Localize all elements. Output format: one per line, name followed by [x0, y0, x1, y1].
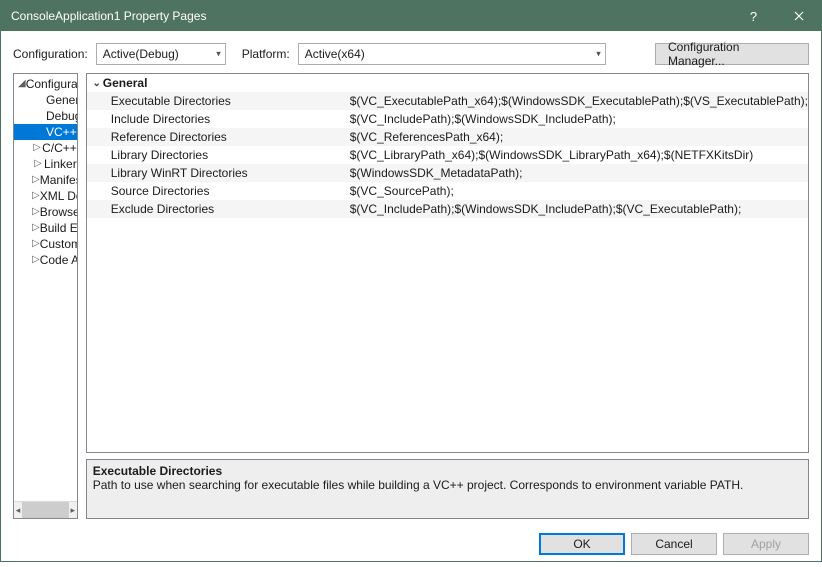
platform-combo[interactable]: Active(x64) ▾ — [298, 43, 606, 65]
window-title: ConsoleApplication1 Property Pages — [11, 9, 731, 23]
expand-icon: ▷ — [32, 156, 44, 172]
prop-row-exclude-directories[interactable]: Exclude Directories$(VC_IncludePath);$(W… — [87, 200, 808, 218]
chevron-down-icon: ▾ — [216, 49, 221, 60]
configuration-label: Configuration: — [13, 47, 88, 61]
prop-row-executable-directories[interactable]: Executable Directories$(VC_ExecutablePat… — [87, 92, 808, 110]
tree-root[interactable]: ◢ Configuration Properties — [14, 76, 77, 92]
expand-icon: ▷ — [32, 204, 40, 220]
chevron-down-icon: ▾ — [596, 49, 601, 60]
prop-row-include-directories[interactable]: Include Directories$(VC_IncludePath);$(W… — [87, 110, 808, 128]
tree-hscrollbar[interactable]: ◂ ▸ — [14, 501, 77, 518]
main-area: ◢ Configuration Properties General Debug… — [1, 73, 821, 527]
scroll-left-icon[interactable]: ◂ — [14, 502, 22, 519]
ok-button[interactable]: OK — [539, 533, 625, 555]
configuration-manager-button[interactable]: Configuration Manager... — [655, 43, 809, 65]
close-icon — [794, 11, 804, 21]
prop-row-library-winrt-directories[interactable]: Library WinRT Directories$(WindowsSDK_Me… — [87, 164, 808, 182]
apply-button: Apply — [723, 533, 809, 555]
configuration-value: Active(Debug) — [103, 47, 179, 61]
cancel-button[interactable]: Cancel — [631, 533, 717, 555]
titlebar: ConsoleApplication1 Property Pages ? — [1, 1, 821, 31]
expand-icon: ▷ — [32, 252, 40, 268]
expand-icon: ▷ — [32, 220, 40, 236]
config-toolbar: Configuration: Active(Debug) ▾ Platform:… — [1, 31, 821, 73]
expand-icon: ▷ — [32, 172, 40, 188]
configuration-combo[interactable]: Active(Debug) ▾ — [96, 43, 226, 65]
prop-row-library-directories[interactable]: Library Directories$(VC_LibraryPath_x64)… — [87, 146, 808, 164]
expand-icon: ▷ — [32, 140, 42, 156]
tree-item-code-analysis[interactable]: ▷Code Analysis — [14, 252, 77, 268]
collapse-icon: ◢ — [18, 76, 26, 92]
prop-row-source-directories[interactable]: Source Directories$(VC_SourcePath); — [87, 182, 808, 200]
scroll-right-icon[interactable]: ▸ — [69, 502, 77, 519]
tree-item-manifest-tool[interactable]: ▷Manifest Tool — [14, 172, 77, 188]
expand-icon: ▷ — [32, 188, 40, 204]
tree-item-debugging[interactable]: Debugging — [14, 108, 77, 124]
description-body: Path to use when searching for executabl… — [93, 478, 802, 493]
tree-item-c-cpp[interactable]: ▷C/C++ — [14, 140, 77, 156]
expand-icon: ▷ — [32, 236, 40, 252]
tree-item-custom-build-step[interactable]: ▷Custom Build Step — [14, 236, 77, 252]
help-button[interactable]: ? — [731, 1, 776, 31]
right-column: ⌄ General Executable Directories$(VC_Exe… — [86, 73, 809, 519]
platform-value: Active(x64) — [305, 47, 365, 61]
prop-row-reference-directories[interactable]: Reference Directories$(VC_ReferencesPath… — [87, 128, 808, 146]
dialog-footer: OK Cancel Apply — [1, 527, 821, 567]
tree-item-linker[interactable]: ▷Linker — [14, 156, 77, 172]
platform-label: Platform: — [242, 47, 290, 61]
property-grid: ⌄ General Executable Directories$(VC_Exe… — [86, 73, 809, 453]
scroll-thumb[interactable] — [22, 502, 69, 519]
tree-item-general[interactable]: General — [14, 92, 77, 108]
tree-item-vcpp-directories[interactable]: VC++ Directories — [14, 124, 77, 140]
tree-item-browse-information[interactable]: ▷Browse Information — [14, 204, 77, 220]
config-tree[interactable]: ◢ Configuration Properties General Debug… — [14, 74, 77, 501]
tree-panel: ◢ Configuration Properties General Debug… — [13, 73, 78, 519]
description-panel: Executable Directories Path to use when … — [86, 459, 809, 519]
tree-item-build-events[interactable]: ▷Build Events — [14, 220, 77, 236]
description-title: Executable Directories — [93, 464, 802, 478]
tree-item-xml-document-generator[interactable]: ▷XML Document Generator — [14, 188, 77, 204]
collapse-icon: ⌄ — [91, 78, 103, 89]
category-header[interactable]: ⌄ General — [87, 74, 808, 92]
close-button[interactable] — [776, 1, 821, 31]
